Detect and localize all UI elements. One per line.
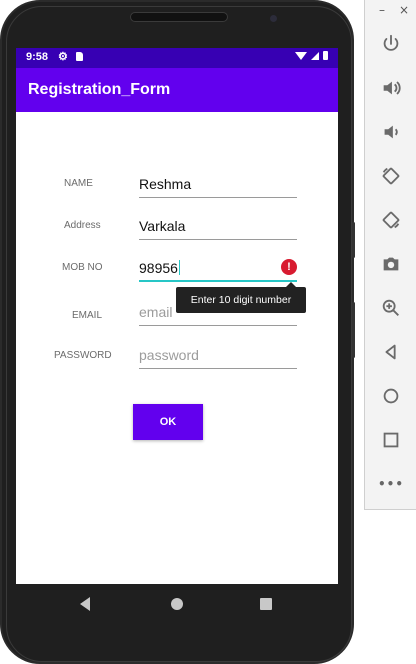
camera-icon[interactable] xyxy=(378,251,404,277)
zoom-icon[interactable] xyxy=(378,295,404,321)
more-icon[interactable]: ••• xyxy=(378,471,404,497)
back-icon[interactable] xyxy=(378,339,404,365)
ok-button[interactable]: OK xyxy=(133,404,203,440)
name-field[interactable]: Reshma xyxy=(139,172,297,198)
name-value: Reshma xyxy=(139,176,192,192)
volume-up-icon[interactable] xyxy=(378,75,404,101)
password-placeholder: password xyxy=(139,347,199,363)
volume-button xyxy=(352,222,355,258)
nav-home-icon[interactable] xyxy=(171,598,183,610)
name-label: NAME xyxy=(64,178,93,189)
close-button[interactable]: × xyxy=(399,3,409,17)
address-field[interactable]: Varkala xyxy=(139,214,297,240)
power-icon[interactable] xyxy=(378,31,404,57)
app-bar: Registration_Form xyxy=(16,68,338,112)
address-value: Varkala xyxy=(139,218,186,234)
error-icon[interactable]: ! xyxy=(281,259,297,275)
rotate-left-icon[interactable] xyxy=(378,163,404,189)
minimize-button[interactable]: – xyxy=(379,3,385,17)
home-icon[interactable] xyxy=(378,383,404,409)
email-label: EMAIL xyxy=(72,310,103,321)
status-time: 9:58 xyxy=(26,51,49,63)
mob-no-value: 98956 xyxy=(139,260,178,276)
overview-icon[interactable] xyxy=(378,427,404,453)
registration-form: NAME Reshma Address Varkala MOB NO 98956… xyxy=(16,112,338,584)
mob-no-label: MOB NO xyxy=(62,262,103,273)
settings-icon: ⚙ xyxy=(58,51,68,63)
battery-icon xyxy=(323,51,328,60)
password-label: PASSWORD xyxy=(54,350,112,361)
password-field[interactable]: password xyxy=(139,343,297,369)
speaker-grille xyxy=(130,12,228,22)
signal-icon xyxy=(311,51,319,60)
email-placeholder: email xyxy=(139,304,173,320)
navigation-bar xyxy=(16,584,338,624)
email-field[interactable]: email xyxy=(139,300,297,326)
device-screen: 9:58 ⚙ Registration_Form NAME Reshma Add… xyxy=(16,48,338,584)
status-system-icons xyxy=(295,51,328,60)
front-camera xyxy=(270,15,277,22)
rotate-right-icon[interactable] xyxy=(378,207,404,233)
nav-recents-icon[interactable] xyxy=(260,598,272,610)
power-button xyxy=(352,302,355,358)
mob-no-field[interactable]: 98956 ! xyxy=(139,256,297,282)
app-title: Registration_Form xyxy=(28,81,171,98)
emulator-toolbar: – × ••• xyxy=(364,0,416,510)
text-cursor xyxy=(178,260,180,275)
emulator-window: { "status_bar": { "time": "9:58" }, "app… xyxy=(0,0,416,664)
sd-card-icon xyxy=(75,52,83,61)
volume-down-icon[interactable] xyxy=(378,119,404,145)
address-label: Address xyxy=(64,220,101,231)
status-notification-icons: ⚙ xyxy=(58,50,83,63)
toolbar-window-controls: – × xyxy=(365,0,416,22)
wifi-icon xyxy=(295,51,307,60)
status-bar: 9:58 ⚙ xyxy=(16,48,338,68)
nav-back-icon[interactable] xyxy=(80,597,90,611)
